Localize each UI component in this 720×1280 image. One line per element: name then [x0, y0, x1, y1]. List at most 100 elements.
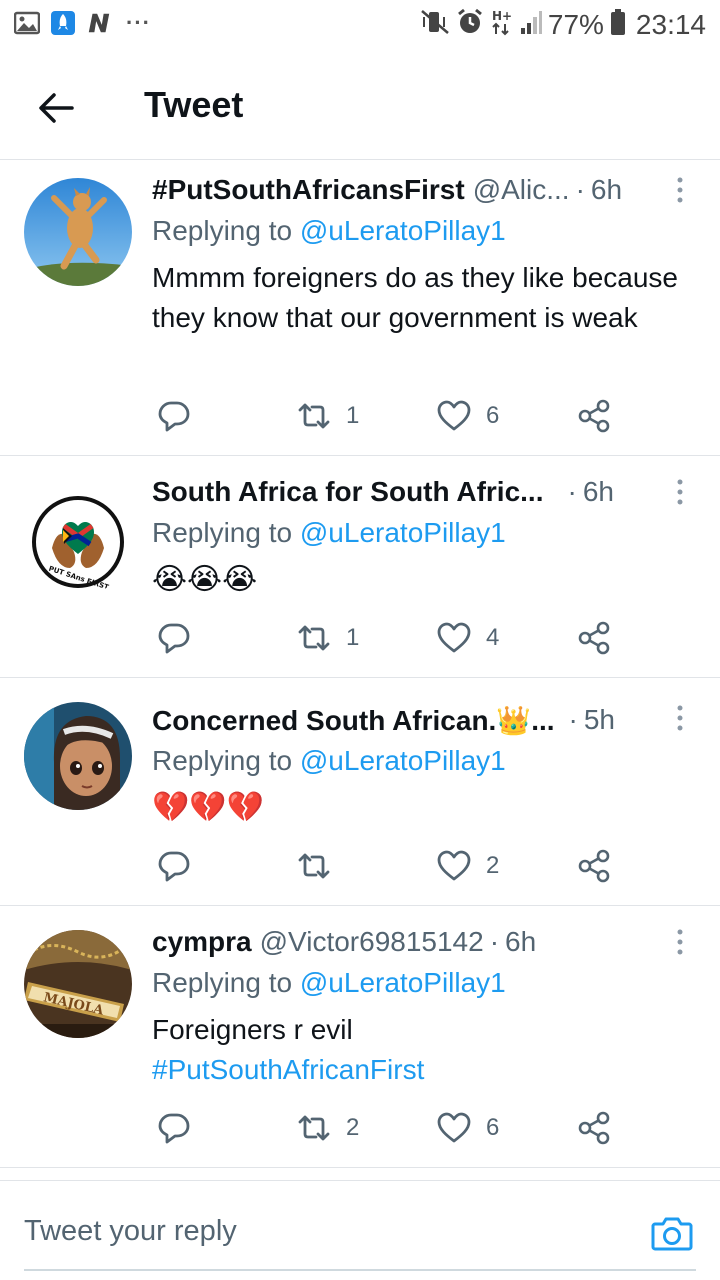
like-button[interactable]: 2 — [436, 844, 499, 888]
rocket-app-icon — [50, 10, 76, 36]
more-options-button[interactable] — [668, 700, 692, 736]
heart-icon — [437, 400, 471, 431]
share-icon — [578, 1111, 610, 1145]
reply-input[interactable] — [24, 1209, 624, 1253]
replying-to: Replying to @uLeratoPillay1 — [152, 215, 506, 247]
share-button[interactable] — [576, 616, 612, 660]
status-bar: ··· H+ 77% 23:14 — [0, 0, 720, 50]
mention-link[interactable]: @uLeratoPillay1 — [300, 215, 506, 246]
tweet-card[interactable]: MAJOLA cympra @Victor69815142 · 6h Reply… — [0, 906, 720, 1168]
replying-to: Replying to @uLeratoPillay1 — [152, 967, 506, 999]
more-options-button[interactable] — [668, 924, 692, 960]
like-button[interactable]: 6 — [436, 1106, 499, 1150]
hashtag-link[interactable]: #PutSouthAfricanFirst — [152, 1050, 696, 1090]
retweet-button[interactable] — [296, 844, 346, 888]
reply-input-underline — [24, 1269, 696, 1271]
anime-girl-avatar-image — [24, 702, 132, 810]
tweet-card[interactable]: PUT SAns FIRST South Africa for South Af… — [0, 456, 720, 678]
timestamp: 6h — [590, 174, 623, 205]
more-vertical-icon — [677, 479, 683, 505]
user-handle[interactable]: @Victor69815142 — [260, 926, 484, 958]
share-button[interactable] — [576, 394, 612, 438]
retweet-button[interactable]: 1 — [296, 394, 359, 438]
like-button[interactable]: 6 — [436, 394, 499, 438]
avatar[interactable]: MAJOLA — [24, 930, 132, 1038]
retweet-button[interactable]: 1 — [296, 616, 359, 660]
tweet-text: Mmmm foreigners do as they like because … — [152, 262, 678, 333]
tweet-text: 😭😭😭 — [152, 563, 258, 596]
more-vertical-icon — [677, 177, 683, 203]
tweet-header: #PutSouthAfricansFirst @Alic... · 6h — [152, 170, 696, 210]
tweet-actions: 2 6 — [152, 1106, 632, 1150]
alarm-icon — [456, 8, 484, 41]
display-name[interactable]: Concerned South African.👑... — [152, 704, 555, 737]
timestamp: 5h — [583, 704, 616, 735]
share-icon — [578, 621, 610, 655]
reply-button[interactable] — [156, 616, 206, 660]
share-button[interactable] — [576, 844, 612, 888]
gallery-icon — [14, 10, 40, 36]
separator-dot: · — [489, 926, 500, 957]
camera-icon — [651, 1217, 693, 1251]
camera-button[interactable] — [650, 1211, 694, 1255]
replying-to-label: Replying to — [152, 517, 293, 548]
retweet-icon — [298, 1115, 330, 1141]
more-options-button[interactable] — [668, 172, 692, 208]
svg-text:H+: H+ — [492, 9, 512, 23]
separator-dot: · — [575, 174, 585, 205]
share-icon — [578, 399, 610, 433]
replying-to: Replying to @uLeratoPillay1 — [152, 517, 506, 549]
tweet-actions: 1 4 — [152, 616, 632, 660]
reply-composer — [0, 1180, 720, 1280]
status-bar-right: H+ 77% 23:14 — [420, 8, 706, 41]
retweet-icon — [298, 853, 330, 879]
mention-link[interactable]: @uLeratoPillay1 — [300, 517, 506, 548]
reply-icon — [158, 401, 190, 432]
tweet-card[interactable]: Concerned South African.👑... · 5h Replyi… — [0, 678, 720, 906]
mention-link[interactable]: @uLeratoPillay1 — [300, 967, 506, 998]
reply-button[interactable] — [156, 844, 206, 888]
signal-icon — [520, 8, 542, 41]
avatar[interactable]: PUT SAns FIRST — [24, 488, 132, 596]
like-count: 2 — [486, 852, 500, 879]
retweet-count: 2 — [346, 1114, 360, 1141]
avatar[interactable] — [24, 702, 132, 810]
retweet-button[interactable]: 2 — [296, 1106, 359, 1150]
retweet-icon — [298, 625, 330, 651]
like-count: 6 — [486, 402, 500, 429]
avatar[interactable] — [24, 178, 132, 286]
replying-to: Replying to @uLeratoPillay1 — [152, 745, 506, 777]
n-app-icon — [86, 10, 112, 36]
battery-icon — [610, 8, 626, 41]
tweet-header: Concerned South African.👑... · 5h — [152, 700, 696, 740]
south-africa-logo-avatar-image: PUT SAns FIRST — [24, 488, 132, 596]
more-options-button[interactable] — [668, 474, 692, 510]
display-name[interactable]: South Africa for South Afric... — [152, 476, 543, 508]
page-title: Tweet — [144, 84, 244, 125]
share-icon — [578, 849, 610, 883]
reply-button[interactable] — [156, 394, 206, 438]
mention-link[interactable]: @uLeratoPillay1 — [300, 745, 506, 776]
tweet-card[interactable]: #PutSouthAfricansFirst @Alic... · 6h Rep… — [0, 160, 720, 456]
status-bar-left: ··· — [14, 10, 151, 36]
like-button[interactable]: 4 — [436, 616, 499, 660]
heart-icon — [437, 622, 471, 653]
display-name[interactable]: cympra — [152, 926, 252, 958]
user-handle[interactable]: @Alic... — [473, 174, 570, 206]
share-button[interactable] — [576, 1106, 612, 1150]
replying-to-label: Replying to — [152, 215, 293, 246]
tweet-header: cympra @Victor69815142 · 6h — [152, 922, 696, 962]
separator-dot: · — [568, 704, 578, 735]
replying-to-label: Replying to — [152, 745, 293, 776]
reply-button[interactable] — [156, 1106, 206, 1150]
tweet-header: South Africa for South Afric... · 6h — [152, 472, 696, 512]
retweet-count: 1 — [346, 402, 360, 429]
separator-dot: · — [567, 476, 577, 507]
reply-icon — [158, 623, 190, 654]
more-notifications-icon: ··· — [126, 10, 151, 35]
heart-icon — [437, 1112, 471, 1143]
timestamp: 6h — [505, 926, 537, 957]
display-name[interactable]: #PutSouthAfricansFirst — [152, 174, 465, 206]
tweet-actions: 1 6 — [152, 394, 632, 438]
back-button[interactable] — [30, 82, 82, 134]
